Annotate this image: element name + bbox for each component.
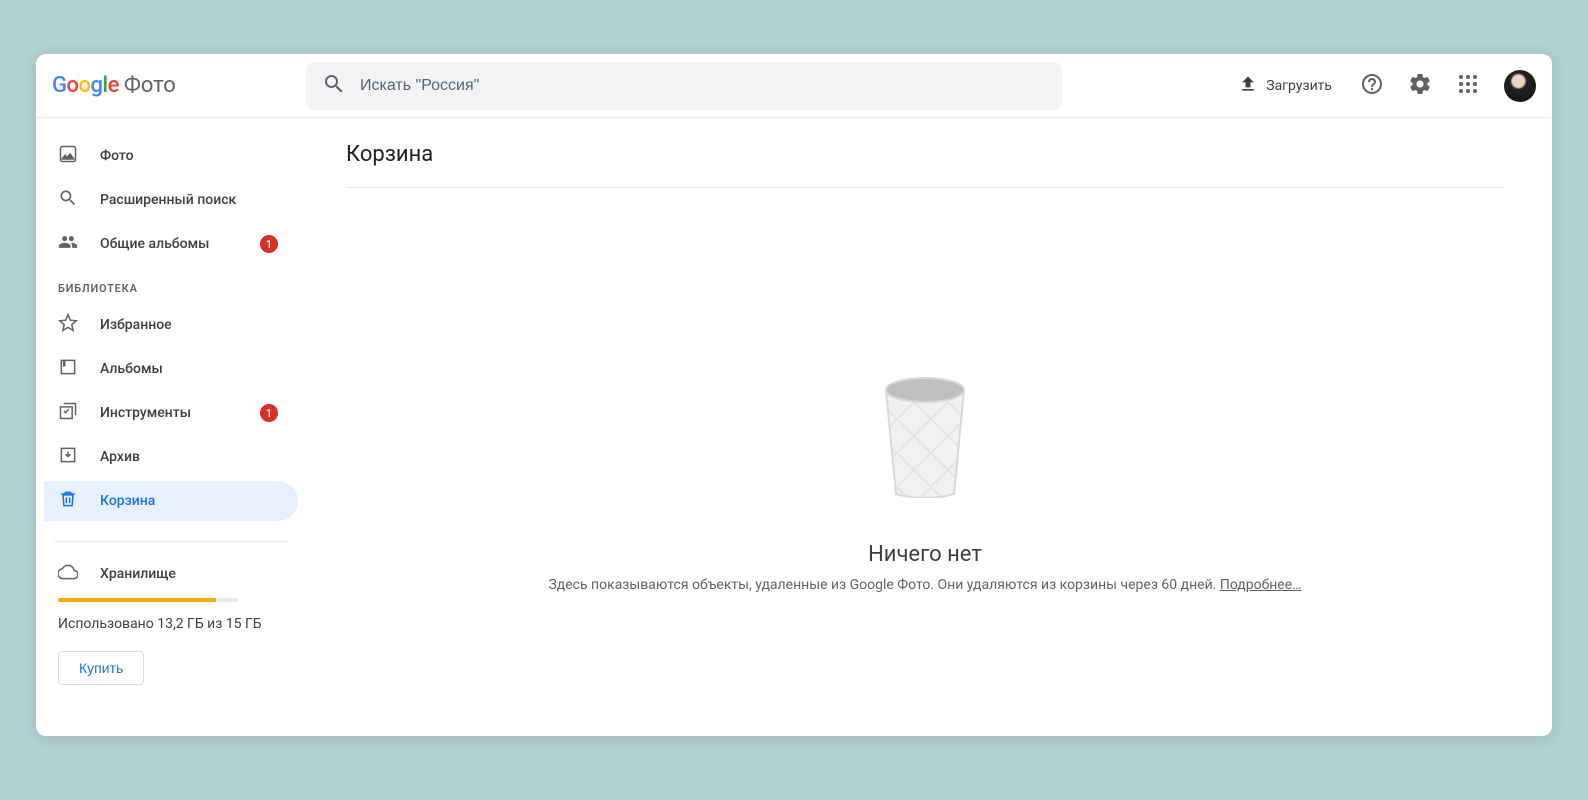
empty-state-title: Ничего нет: [868, 542, 982, 567]
cloud-icon: [58, 562, 78, 586]
sidebar-item-label: Альбомы: [100, 361, 163, 377]
sidebar-item-albums[interactable]: Альбомы: [44, 349, 298, 389]
trash-icon: [58, 489, 78, 513]
storage-progress: [58, 598, 238, 602]
search-icon: [322, 72, 346, 100]
sidebar-item-label: Общие альбомы: [100, 236, 209, 252]
help-button[interactable]: [1352, 66, 1392, 106]
notification-badge: 1: [260, 235, 278, 253]
sidebar-item-label: Инструменты: [100, 405, 191, 421]
upload-button[interactable]: Загрузить: [1226, 66, 1344, 106]
apps-grid-icon: [1456, 72, 1480, 100]
sidebar-item-label: Архив: [100, 449, 140, 465]
gear-icon: [1408, 72, 1432, 100]
buy-storage-button[interactable]: Купить: [58, 651, 144, 685]
archive-icon: [58, 445, 78, 469]
album-icon: [58, 357, 78, 381]
sidebar-item-sharing[interactable]: Общие альбомы 1: [44, 224, 298, 264]
sidebar-item-label: Фото: [100, 148, 134, 164]
sidebar-item-trash[interactable]: Корзина: [44, 481, 298, 521]
empty-state: Ничего нет Здесь показываются объекты, у…: [346, 368, 1504, 593]
sidebar-item-explore[interactable]: Расширенный поиск: [44, 180, 298, 220]
storage-progress-fill: [58, 598, 216, 602]
empty-trash-illustration: [880, 368, 970, 502]
sidebar-item-storage[interactable]: Хранилище: [58, 554, 284, 594]
upload-icon: [1238, 74, 1258, 98]
google-logo: Google: [52, 73, 119, 98]
photo-icon: [58, 144, 78, 168]
notification-badge: 1: [260, 404, 278, 422]
storage-used-text: Использовано 13,2 ГБ из 15 ГБ: [58, 614, 284, 635]
search-bar[interactable]: [306, 62, 1062, 110]
divider: [54, 541, 288, 542]
header-actions: Загрузить: [1226, 66, 1536, 106]
search-input[interactable]: [360, 77, 1046, 95]
storage-label: Хранилище: [100, 566, 176, 582]
sidebar-item-label: Корзина: [100, 493, 155, 509]
header: Google Фото Загрузить: [36, 54, 1552, 118]
settings-button[interactable]: [1400, 66, 1440, 106]
sidebar-section-label: БИБЛИОТЕКА: [44, 266, 298, 303]
help-icon: [1360, 72, 1384, 100]
search-icon: [58, 188, 78, 212]
sidebar-item-favorites[interactable]: Избранное: [44, 305, 298, 345]
page-title: Корзина: [346, 142, 1504, 188]
sidebar-item-utilities[interactable]: Инструменты 1: [44, 393, 298, 433]
utilities-icon: [58, 401, 78, 425]
people-icon: [58, 232, 78, 256]
main-content: Корзина Ничего нет: [298, 118, 1552, 736]
upload-label: Загрузить: [1266, 78, 1332, 94]
star-icon: [58, 313, 78, 337]
empty-state-description: Здесь показываются объекты, удаленные из…: [548, 577, 1301, 593]
sidebar-item-archive[interactable]: Архив: [44, 437, 298, 477]
learn-more-link[interactable]: Подробнее…: [1220, 577, 1302, 593]
body: Фото Расширенный поиск Общие альбомы 1 Б…: [36, 118, 1552, 736]
logo[interactable]: Google Фото: [52, 73, 298, 98]
sidebar-item-label: Расширенный поиск: [100, 192, 236, 208]
app-name: Фото: [124, 73, 176, 98]
apps-button[interactable]: [1448, 66, 1488, 106]
sidebar: Фото Расширенный поиск Общие альбомы 1 Б…: [36, 118, 298, 736]
sidebar-item-photos[interactable]: Фото: [44, 136, 298, 176]
sidebar-item-label: Избранное: [100, 317, 172, 333]
avatar[interactable]: [1504, 70, 1536, 102]
storage-block: Хранилище Использовано 13,2 ГБ из 15 ГБ …: [44, 554, 298, 685]
app-window: Google Фото Загрузить: [36, 54, 1552, 736]
